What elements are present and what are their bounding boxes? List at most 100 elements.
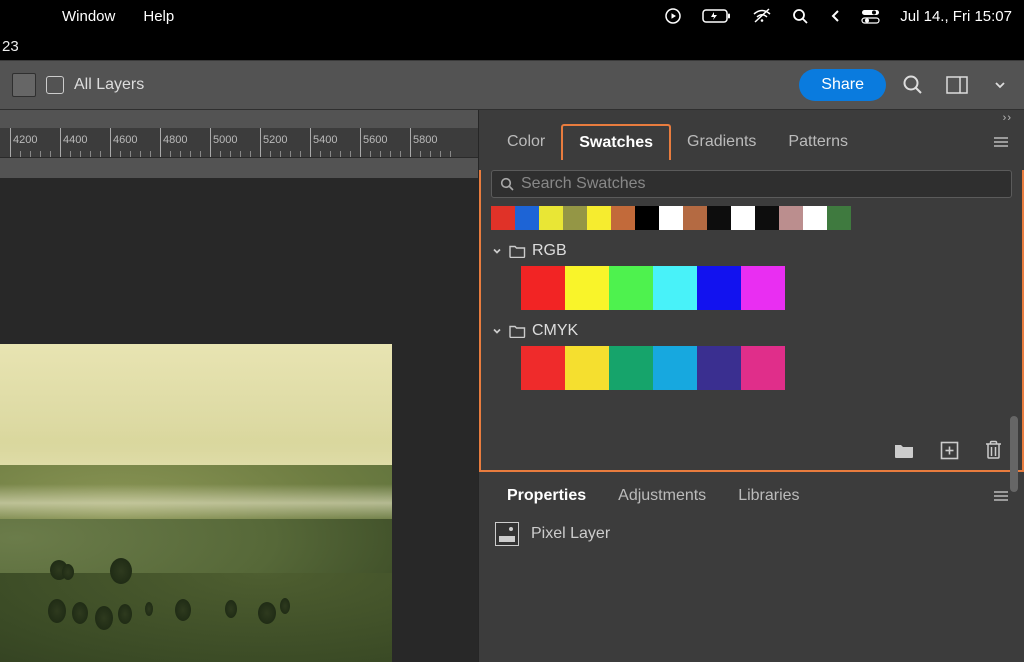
document-tab-bar: 23: [0, 32, 1024, 60]
trash-icon[interactable]: [985, 440, 1002, 460]
all-layers-checkbox[interactable]: [46, 76, 64, 94]
menu-window[interactable]: Window: [62, 8, 115, 25]
swatches-panel-body: RGB CMYK: [479, 170, 1024, 472]
collapse-panels-icon[interactable]: ››: [1003, 112, 1012, 124]
pixel-layer-label: Pixel Layer: [531, 525, 610, 543]
menu-right-group: Jul 14., Fri 15:07: [664, 7, 1012, 25]
swatch[interactable]: [653, 346, 697, 390]
tab-gradients[interactable]: Gradients: [671, 125, 772, 159]
tab-properties[interactable]: Properties: [491, 479, 602, 513]
search-swatches-field[interactable]: [491, 170, 1012, 198]
wifi-off-icon[interactable]: [752, 8, 772, 24]
panel-menu-icon[interactable]: [992, 135, 1024, 149]
swatch-group-colors: [521, 342, 1012, 398]
menu-left-group: Window Help: [12, 8, 174, 25]
options-bar: All Layers Share: [0, 60, 1024, 110]
ruler-tick: 5800: [410, 128, 437, 157]
panel-menu-icon[interactable]: [992, 489, 1024, 503]
ruler-tick: 4600: [110, 128, 137, 157]
recent-swatch[interactable]: [587, 206, 611, 230]
recent-swatch[interactable]: [539, 206, 563, 230]
swatch[interactable]: [741, 346, 785, 390]
recent-swatch[interactable]: [491, 206, 515, 230]
search-swatches-input[interactable]: [521, 175, 1003, 193]
chevron-left-icon[interactable]: [829, 8, 841, 24]
recent-swatch[interactable]: [611, 206, 635, 230]
tab-patterns[interactable]: Patterns: [772, 125, 864, 159]
main-area: 4200 4400 4600 4800 5000 5200 5400 5600 5800: [0, 110, 1024, 662]
swatch-group: CMYK: [491, 320, 1012, 398]
swatch-group: RGB: [491, 240, 1012, 318]
recent-swatches-row: [491, 206, 1012, 230]
recent-swatch[interactable]: [755, 206, 779, 230]
search-icon[interactable]: [896, 70, 930, 100]
document-tab-truncated[interactable]: 23: [2, 38, 19, 55]
chevron-down-icon: [491, 245, 503, 257]
folder-icon[interactable]: [894, 442, 914, 459]
ruler-tick: 5000: [210, 128, 237, 157]
properties-panel-tabs: Properties Adjustments Libraries: [479, 478, 1024, 514]
swatches-panel-tabs: Color Swatches Gradients Patterns: [479, 124, 1024, 160]
tab-swatches[interactable]: Swatches: [561, 124, 671, 160]
recent-swatch[interactable]: [635, 206, 659, 230]
swatch[interactable]: [741, 266, 785, 310]
recent-swatch[interactable]: [803, 206, 827, 230]
view-mode-icon[interactable]: [940, 71, 978, 99]
swatch[interactable]: [565, 346, 609, 390]
swatch-group-header[interactable]: CMYK: [491, 320, 1012, 342]
menu-help[interactable]: Help: [143, 8, 174, 25]
chevron-down-icon: [491, 325, 503, 337]
recent-swatch[interactable]: [731, 206, 755, 230]
swatch[interactable]: [521, 346, 565, 390]
recent-swatch[interactable]: [515, 206, 539, 230]
spotlight-icon[interactable]: [792, 8, 809, 25]
ruler-tick: 5400: [310, 128, 337, 157]
ruler-tick: 5600: [360, 128, 387, 157]
swatch[interactable]: [565, 266, 609, 310]
swatch[interactable]: [609, 346, 653, 390]
tab-libraries[interactable]: Libraries: [722, 479, 815, 513]
swatch[interactable]: [521, 266, 565, 310]
recent-swatch[interactable]: [659, 206, 683, 230]
swatch-group-header[interactable]: RGB: [491, 240, 1012, 262]
canvas-side: 4200 4400 4600 4800 5000 5200 5400 5600 5800: [0, 110, 478, 662]
horizontal-ruler[interactable]: 4200 4400 4600 4800 5000 5200 5400 5600 5800: [0, 128, 478, 158]
swatches-scrollbar[interactable]: [1010, 416, 1018, 492]
properties-layer-type: Pixel Layer: [479, 514, 1024, 554]
new-swatch-icon[interactable]: [940, 441, 959, 460]
screen-record-icon[interactable]: [664, 7, 682, 25]
ruler-tick: 4800: [160, 128, 187, 157]
swatch[interactable]: [609, 266, 653, 310]
recent-swatch[interactable]: [683, 206, 707, 230]
folder-icon: [509, 244, 526, 258]
control-center-icon[interactable]: [861, 9, 880, 24]
pixel-layer-icon: [495, 522, 519, 546]
folder-icon: [509, 324, 526, 338]
macos-menubar: Window Help Jul 14., Fri 15:07: [0, 0, 1024, 32]
tab-color[interactable]: Color: [491, 125, 561, 159]
swatch-groups-list: RGB CMYK: [481, 240, 1022, 398]
ruler-tick: 5200: [260, 128, 287, 157]
recent-swatch[interactable]: [779, 206, 803, 230]
recent-swatch[interactable]: [707, 206, 731, 230]
swatch-group-name: CMYK: [532, 322, 578, 340]
share-button[interactable]: Share: [799, 69, 886, 101]
recent-swatch[interactable]: [827, 206, 851, 230]
ruler-tick: 4400: [60, 128, 87, 157]
recent-swatch[interactable]: [563, 206, 587, 230]
swatch[interactable]: [697, 266, 741, 310]
foreground-swatch-thumb[interactable]: [12, 73, 36, 97]
tab-adjustments[interactable]: Adjustments: [602, 479, 722, 513]
chevron-down-icon[interactable]: [988, 75, 1012, 95]
swatch[interactable]: [697, 346, 741, 390]
swatch-group-name: RGB: [532, 242, 567, 260]
canvas-background[interactable]: [0, 178, 478, 662]
ruler-tick: 4200: [10, 128, 37, 157]
swatches-footer: [481, 430, 1022, 470]
datetime[interactable]: Jul 14., Fri 15:07: [900, 8, 1012, 25]
swatch-group-colors: [521, 262, 1012, 318]
canvas-image[interactable]: [0, 344, 392, 662]
swatch[interactable]: [653, 266, 697, 310]
all-layers-label: All Layers: [74, 76, 144, 94]
battery-icon[interactable]: [702, 8, 732, 24]
